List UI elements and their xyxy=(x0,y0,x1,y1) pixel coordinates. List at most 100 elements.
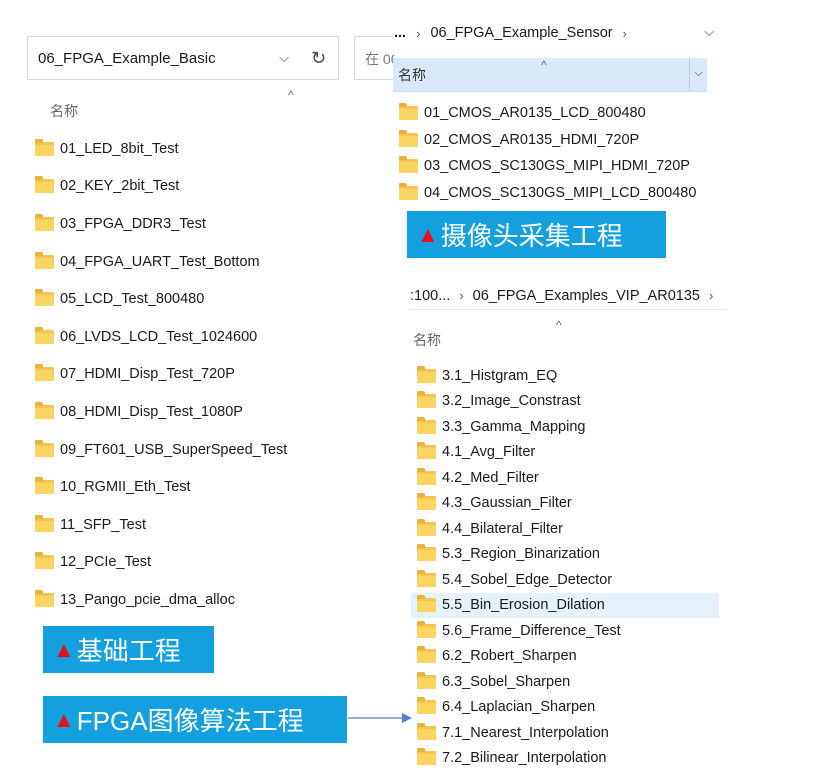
folder-name: 03_CMOS_SC130GS_MIPI_HDMI_720P xyxy=(424,158,690,175)
folder-item[interactable]: 07_HDMI_Disp_Test_720P xyxy=(35,356,287,394)
folder-name: 5.3_Region_Binarization xyxy=(442,546,600,563)
chevron-right-icon[interactable]: › xyxy=(623,26,627,41)
folder-icon xyxy=(35,477,54,495)
folder-item[interactable]: 03_FPGA_DDR3_Test xyxy=(35,205,287,243)
folder-name: 3.2_Image_Constrast xyxy=(442,393,581,410)
folder-item[interactable]: 02_KEY_2bit_Test xyxy=(35,168,287,206)
banner-sensor-projects: ▲ 摄像头采集工程 xyxy=(407,211,666,258)
folder-name: 4.4_Bilateral_Filter xyxy=(442,520,563,537)
folder-item[interactable]: 09_FT601_USB_SuperSpeed_Test xyxy=(35,431,287,469)
folder-item[interactable]: 6.2_Robert_Sharpen xyxy=(411,644,719,670)
sort-up-icon: ^ xyxy=(288,88,294,102)
triangle-icon: ▲ xyxy=(417,221,439,247)
folder-name: 5.6_Frame_Difference_Test xyxy=(442,622,621,639)
folder-name: 05_LCD_Test_800480 xyxy=(60,291,205,308)
left-address-text[interactable]: 06_FPGA_Example_Basic xyxy=(28,50,270,67)
folder-item[interactable]: 13_Pango_pcie_dma_alloc xyxy=(35,581,287,619)
folder-item[interactable]: 08_HDMI_Disp_Test_1080P xyxy=(35,393,287,431)
folder-icon xyxy=(417,569,436,587)
chevron-down-icon[interactable]: ⌵ xyxy=(704,24,714,40)
sensor-address-bar[interactable]: ... › 06_FPGA_Example_Sensor › ⌵ xyxy=(394,18,720,48)
folder-item[interactable]: 7.1_Nearest_Interpolation xyxy=(411,720,719,746)
folder-item[interactable]: 03_CMOS_SC130GS_MIPI_HDMI_720P xyxy=(399,153,696,180)
folder-name: 09_FT601_USB_SuperSpeed_Test xyxy=(60,441,288,458)
banner-sensor-text: 摄像头采集工程 xyxy=(440,221,623,251)
folder-icon xyxy=(417,748,436,766)
arrow-right-icon xyxy=(348,713,412,723)
folder-item[interactable]: 4.1_Avg_Filter xyxy=(411,440,719,466)
folder-item[interactable]: 04_CMOS_SC130GS_MIPI_LCD_800480 xyxy=(399,180,696,207)
folder-name: 4.2_Med_Filter xyxy=(442,469,539,486)
folder-item[interactable]: 4.3_Gaussian_Filter xyxy=(411,491,719,517)
folder-icon xyxy=(417,518,436,536)
chevron-down-icon[interactable]: ⌵ xyxy=(270,50,298,66)
folder-name: 3.3_Gamma_Mapping xyxy=(442,418,586,435)
folder-name: 02_CMOS_AR0135_HDMI_720P xyxy=(424,131,640,148)
folder-item[interactable]: 11_SFP_Test xyxy=(35,506,287,544)
sensor-folder-list: 01_CMOS_AR0135_LCD_800480 02_CMOS_AR0135_… xyxy=(399,100,696,206)
vip-address-text[interactable]: 06_FPGA_Examples_VIP_AR0135 xyxy=(473,288,700,304)
folder-name: 04_FPGA_UART_Test_Bottom xyxy=(60,253,260,270)
sensor-address-text[interactable]: 06_FPGA_Example_Sensor xyxy=(430,25,612,41)
folder-name: 4.3_Gaussian_Filter xyxy=(442,495,572,512)
arrow-head xyxy=(402,713,412,723)
sensor-column-header[interactable]: 名称 ⌵ xyxy=(393,58,707,92)
folder-item[interactable]: 10_RGMII_Eth_Test xyxy=(35,468,287,506)
folder-item[interactable]: 7.2_Bilinear_Interpolation xyxy=(411,746,719,772)
folder-name: 11_SFP_Test xyxy=(60,516,146,533)
banner-algorithm-projects: ▲ FPGA图像算法工程 xyxy=(43,696,347,743)
folder-icon xyxy=(35,552,54,570)
chevron-right-icon[interactable]: › xyxy=(709,288,713,303)
vip-folder-list: 3.1_Histgram_EQ 3.2_Image_Constrast 3.3_Ga… xyxy=(411,363,719,771)
folder-item[interactable]: 5.4_Sobel_Edge_Detector xyxy=(411,567,719,593)
left-search-input[interactable]: 在 06_FPGA_Example_Basic 中搜索 xyxy=(354,36,394,80)
folder-icon xyxy=(417,620,436,638)
left-address-bar[interactable]: 06_FPGA_Example_Basic ⌵ ↻ xyxy=(27,36,339,80)
folder-item[interactable]: 01_LED_8bit_Test xyxy=(35,130,287,168)
folder-item[interactable]: 3.3_Gamma_Mapping xyxy=(411,414,719,440)
folder-icon xyxy=(35,514,54,532)
folder-icon xyxy=(35,176,54,194)
folder-icon xyxy=(417,722,436,740)
column-dropdown-icon[interactable]: ⌵ xyxy=(689,58,707,91)
folder-item[interactable]: 3.1_Histgram_EQ xyxy=(411,363,719,389)
folder-icon xyxy=(399,156,418,174)
folder-name: 3.1_Histgram_EQ xyxy=(442,367,558,384)
folder-name: 5.4_Sobel_Edge_Detector xyxy=(442,571,613,588)
folder-item[interactable]: 4.4_Bilateral_Filter xyxy=(411,516,719,542)
folder-item[interactable]: 5.3_Region_Binarization xyxy=(411,542,719,568)
folder-item[interactable]: 6.3_Sobel_Sharpen xyxy=(411,669,719,695)
folder-item[interactable]: 5.5_Bin_Erosion_Dilation xyxy=(411,592,719,618)
breadcrumb-ellipsis[interactable]: ... xyxy=(394,25,406,41)
folder-icon xyxy=(417,493,436,511)
folder-item[interactable]: 6.4_Laplacian_Sharpen xyxy=(411,695,719,721)
folder-item[interactable]: 5.6_Frame_Difference_Test xyxy=(411,618,719,644)
folder-item[interactable]: 3.2_Image_Constrast xyxy=(411,389,719,415)
folder-name: 06_LVDS_LCD_Test_1024600 xyxy=(60,328,258,345)
folder-name: 13_Pango_pcie_dma_alloc xyxy=(60,591,235,608)
breadcrumb-prefix[interactable]: :100... xyxy=(410,288,450,304)
folder-item[interactable]: 05_LCD_Test_800480 xyxy=(35,280,287,318)
folder-icon xyxy=(417,544,436,562)
folder-icon xyxy=(417,442,436,460)
folder-item[interactable]: 01_CMOS_AR0135_LCD_800480 xyxy=(399,100,696,127)
folder-icon xyxy=(417,646,436,664)
folder-icon xyxy=(417,365,436,383)
folder-icon xyxy=(399,129,418,147)
folder-item[interactable]: 02_CMOS_AR0135_HDMI_720P xyxy=(399,127,696,154)
folder-icon xyxy=(35,289,54,307)
refresh-icon[interactable]: ↻ xyxy=(298,47,338,69)
folder-name: 01_LED_8bit_Test xyxy=(60,140,179,157)
sort-up-icon: ^ xyxy=(541,58,547,72)
left-column-header-name[interactable]: 名称 xyxy=(50,101,78,121)
folder-name: 6.4_Laplacian_Sharpen xyxy=(442,699,596,716)
folder-item[interactable]: 4.2_Med_Filter xyxy=(411,465,719,491)
folder-icon xyxy=(35,401,54,419)
folder-icon xyxy=(35,213,54,231)
folder-item[interactable]: 12_PCIe_Test xyxy=(35,544,287,582)
folder-icon xyxy=(417,467,436,485)
vip-address-bar[interactable]: :100... › 06_FPGA_Examples_VIP_AR0135 › xyxy=(410,282,726,310)
folder-item[interactable]: 04_FPGA_UART_Test_Bottom xyxy=(35,243,287,281)
folder-item[interactable]: 06_LVDS_LCD_Test_1024600 xyxy=(35,318,287,356)
vip-column-header-name[interactable]: 名称 xyxy=(413,330,441,350)
